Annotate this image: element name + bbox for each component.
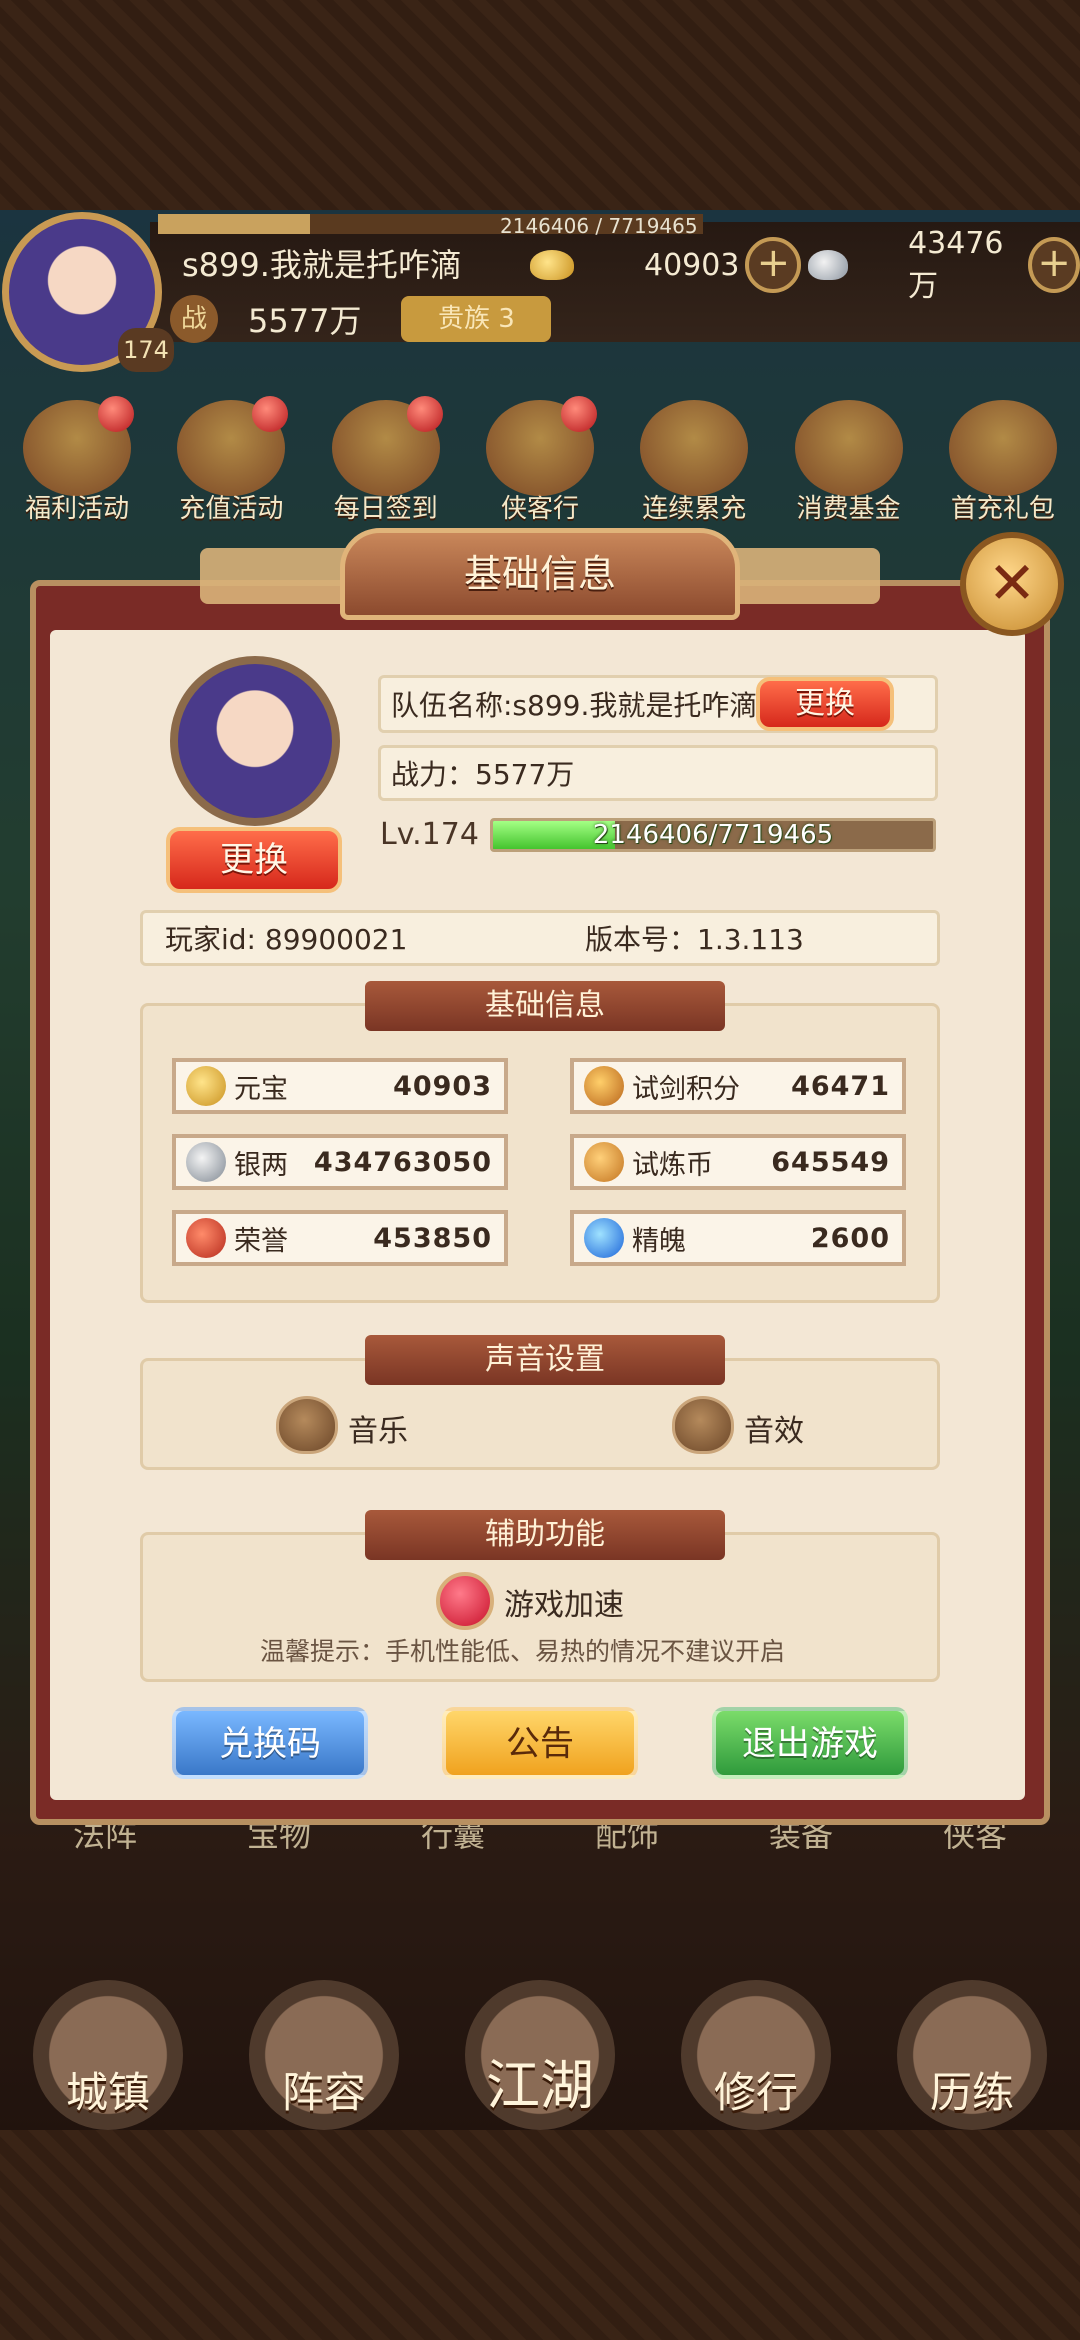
letterbox-bottom	[0, 2130, 1080, 2340]
speedup-toggle[interactable]	[436, 1572, 494, 1630]
fund-icon	[794, 400, 903, 496]
add-gold-button[interactable]: +	[745, 237, 802, 293]
add-silver-button[interactable]: +	[1028, 237, 1080, 293]
currency-name: 精魄	[632, 1225, 686, 1257]
soul-icon	[584, 1218, 624, 1258]
power-text: 战力：5577万	[391, 758, 575, 791]
silver-value: 43476万	[908, 225, 1004, 304]
battle-power-icon: 战	[170, 295, 218, 343]
notification-dot	[252, 396, 289, 432]
nav-label: 阵容	[281, 2068, 366, 2117]
version: 版本号：1.3.113	[585, 923, 804, 956]
player-id: 玩家id: 89900021	[165, 923, 408, 956]
level-exp-text: 2146406/7719465	[592, 820, 834, 850]
exp-bar-fill	[158, 214, 310, 234]
level-label: Lv.174	[380, 817, 479, 852]
power-row: 战 5577万 贵族 3	[170, 295, 552, 343]
player-name: s899.我就是托咋滴	[182, 246, 462, 284]
silver-ingot-icon	[808, 250, 849, 280]
section-title-sound: 声音设置	[365, 1335, 725, 1385]
close-button[interactable]: ✕	[960, 532, 1064, 636]
currency-name: 试炼币	[632, 1149, 713, 1181]
trial-coin-icon	[584, 1142, 624, 1182]
vip-badge[interactable]: 贵族 3	[401, 296, 552, 342]
music-label: 音乐	[348, 1414, 408, 1449]
notification-dot	[406, 396, 443, 432]
nav-label: 历练	[929, 2068, 1014, 2117]
team-name-text: 队伍名称:s899.我就是托咋滴	[391, 689, 758, 722]
nav-label: 修行	[713, 2068, 798, 2117]
profile-avatar	[170, 656, 340, 826]
music-toggle[interactable]	[276, 1396, 338, 1454]
currency-value: 46471	[791, 1070, 890, 1102]
currency-item: 荣誉 453850	[172, 1210, 508, 1266]
silver-ingot-icon	[186, 1142, 226, 1182]
currency-item: 试炼币 645549	[570, 1134, 906, 1190]
currency-item: 元宝 40903	[172, 1058, 508, 1114]
gold-ingot-icon	[186, 1066, 226, 1106]
level-exp-bar: 2146406/7719465	[490, 818, 936, 852]
silver-currency: 43476万 +	[808, 226, 1080, 304]
nav-item-0[interactable]: 城镇	[33, 1980, 183, 2130]
activity-0[interactable]: 福利活动	[2, 396, 152, 530]
exp-text: 2146406 / 7719465	[500, 214, 698, 238]
activity-row: 福利活动 充值活动 每日签到 侠客行 连续累充 消费基金 首充礼包	[0, 396, 1080, 530]
nav-item-2[interactable]: 江湖	[465, 1980, 615, 2130]
notice-button[interactable]: 公告	[442, 1707, 638, 1779]
currency-item: 精魄 2600	[570, 1210, 906, 1266]
player-level-badge: 174	[118, 328, 174, 372]
currency-item: 试剑积分 46471	[570, 1058, 906, 1114]
exit-game-button[interactable]: 退出游戏	[712, 1707, 908, 1779]
currency-item: 银两 434763050	[172, 1134, 508, 1190]
speedup-tip: 温馨提示：手机性能低、易热的情况不建议开启	[260, 1637, 786, 1666]
currency-name: 荣誉	[234, 1225, 288, 1257]
battle-power-value: 5577万	[248, 302, 362, 340]
redeem-code-button[interactable]: 兑换码	[172, 1707, 368, 1779]
currency-value: 645549	[771, 1146, 890, 1178]
gold-value: 40903	[644, 247, 740, 283]
change-avatar-button[interactable]: 更换	[166, 827, 342, 893]
currency-value: 434763050	[313, 1146, 492, 1178]
change-name-button[interactable]: 更换	[756, 677, 894, 731]
notification-dot	[560, 396, 597, 432]
currency-name: 银两	[234, 1149, 288, 1181]
first-recharge-icon	[948, 400, 1057, 496]
activity-2[interactable]: 每日签到	[311, 396, 461, 530]
bottom-nav: 城镇 阵容 江湖 修行 历练	[0, 1980, 1080, 2130]
activity-1[interactable]: 充值活动	[156, 396, 306, 530]
activity-6[interactable]: 首充礼包	[928, 400, 1078, 530]
letterbox-top	[0, 0, 1080, 210]
accumulate-icon	[640, 400, 749, 496]
currency-value: 453850	[373, 1222, 492, 1254]
gold-ingot-icon	[530, 250, 574, 280]
nav-item-1[interactable]: 阵容	[249, 1980, 399, 2130]
sfx-toggle[interactable]	[672, 1396, 734, 1454]
modal-title: 基础信息	[340, 528, 740, 620]
gold-currency: 40903 +	[530, 237, 802, 293]
activity-4[interactable]: 连续累充	[619, 400, 769, 530]
section-title-assist: 辅助功能	[365, 1510, 725, 1560]
activity-3[interactable]: 侠客行	[465, 396, 615, 530]
section-title-basic: 基础信息	[365, 981, 725, 1031]
speedup-label: 游戏加速	[504, 1588, 624, 1623]
nav-item-3[interactable]: 修行	[681, 1980, 831, 2130]
currency-value: 40903	[393, 1070, 492, 1102]
nav-item-4[interactable]: 历练	[897, 1980, 1047, 2130]
trial-points-icon	[584, 1066, 624, 1106]
notification-dot	[98, 396, 135, 432]
currency-value: 2600	[810, 1222, 890, 1254]
activity-5[interactable]: 消费基金	[774, 400, 924, 530]
sfx-label: 音效	[744, 1414, 804, 1449]
nav-label: 城镇	[65, 2068, 150, 2117]
id-version-field: 玩家id: 89900021 版本号：1.3.113	[140, 910, 940, 966]
honor-icon	[186, 1218, 226, 1258]
currency-name: 元宝	[234, 1073, 288, 1105]
nav-label: 江湖	[486, 2054, 594, 2117]
currency-name: 试剑积分	[632, 1073, 740, 1105]
power-field: 战力：5577万	[378, 745, 938, 801]
